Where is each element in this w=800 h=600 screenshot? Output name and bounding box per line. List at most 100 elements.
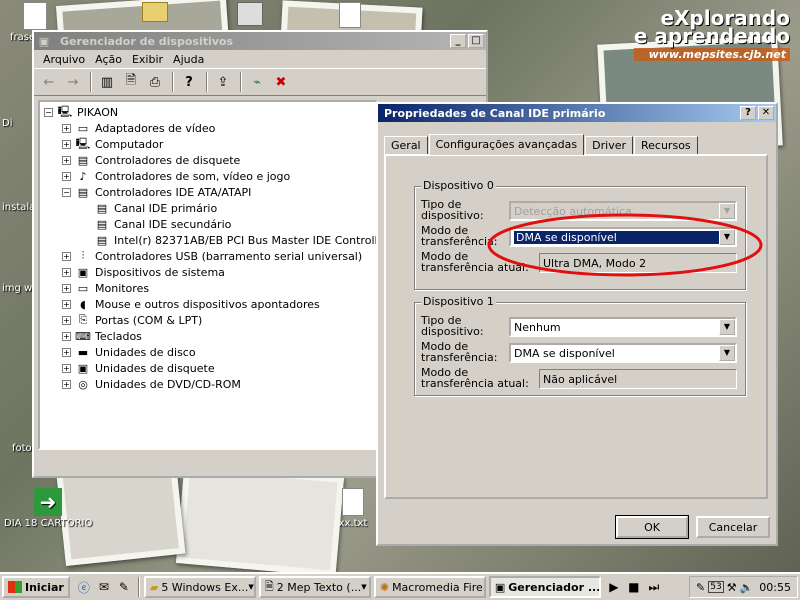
device1-current-value: Não aplicável: [539, 369, 737, 389]
task-windows-explorer[interactable]: ▰ 5 Windows Ex... ▼: [143, 576, 256, 598]
expand-icon[interactable]: +: [62, 155, 71, 165]
desktop-icon-dia18[interactable]: ➜ DIA 18 CARTORIO: [4, 488, 104, 529]
windows-logo-icon: [8, 581, 22, 593]
help-button[interactable]: ?: [740, 106, 756, 120]
floppy-drive-icon: ▣: [77, 361, 89, 375]
desktop-shortcut-icon[interactable]: [215, 2, 285, 28]
tab-driver[interactable]: Driver: [585, 136, 633, 154]
tree-item[interactable]: + ▣ Dispositivos de sistema: [62, 264, 225, 280]
desktop-file-icon[interactable]: [315, 2, 385, 30]
outlook-express-icon[interactable]: ✉: [95, 578, 113, 596]
fireworks-icon: ✺: [379, 580, 390, 594]
tree-item[interactable]: + ♪ Controladores de som, vídeo e jogo: [62, 168, 290, 184]
forward-arrow-icon[interactable]: →: [62, 71, 84, 93]
back-arrow-icon[interactable]: ←: [38, 71, 60, 93]
expand-icon[interactable]: +: [62, 139, 71, 149]
tree-item[interactable]: + ◖ Mouse e outros dispositivos apontadore…: [62, 296, 320, 312]
usb-icon: ⫶: [81, 249, 85, 262]
ide-channel-icon: ▤: [96, 233, 108, 247]
show-hide-tree-icon[interactable]: ▥: [96, 71, 118, 93]
tree-child-item[interactable]: ▤ Canal IDE secundário: [94, 216, 232, 232]
tree-item[interactable]: + ◎ Unidades de DVD/CD-ROM: [62, 376, 241, 392]
expand-icon[interactable]: +: [62, 347, 71, 357]
scan-hardware-icon[interactable]: ⌁: [246, 71, 268, 93]
system-tray: ✎ 53 ⚒ 🔈 00:55: [689, 576, 798, 598]
menu-arquivo[interactable]: Arquivo: [38, 53, 90, 66]
toolbar: ← → ▥ 🗎 ⎙ ? ⇪ ⌁ ✖: [34, 68, 486, 96]
menu-exibir[interactable]: Exibir: [127, 53, 168, 66]
cdrom-icon: ◎: [78, 377, 88, 391]
menu-acao[interactable]: Ação: [90, 53, 127, 66]
uninstall-icon[interactable]: ✖: [270, 71, 292, 93]
maximize-button[interactable]: □: [468, 34, 484, 48]
expand-icon[interactable]: +: [62, 315, 71, 325]
ide-channel-icon: ▤: [96, 201, 108, 215]
computer-icon: 🖳: [57, 104, 73, 118]
device1-type-label: Tipo de dispositivo:: [421, 314, 484, 338]
tree-child-item[interactable]: ▤ Canal IDE primário: [94, 200, 217, 216]
update-driver-icon[interactable]: ⇪: [212, 71, 234, 93]
tree-item[interactable]: − ▤ Controladores IDE ATA/ATAPI: [62, 184, 251, 200]
collapse-icon[interactable]: −: [62, 187, 71, 197]
notepad-icon[interactable]: ✎: [115, 578, 133, 596]
expand-icon[interactable]: +: [62, 379, 71, 389]
clock: 00:55: [759, 580, 791, 594]
task-gerenciador[interactable]: ▣ Gerenciador ...: [488, 576, 601, 598]
play-icon[interactable]: ▶: [605, 578, 623, 596]
minimize-button[interactable]: _: [450, 34, 466, 48]
tray-icon[interactable]: ✎: [696, 581, 705, 594]
tab-recursos[interactable]: Recursos: [634, 136, 698, 154]
properties-icon[interactable]: 🗎: [120, 71, 142, 93]
expand-icon[interactable]: +: [62, 123, 71, 133]
tab-geral[interactable]: Geral: [384, 136, 428, 154]
display-adapter-icon: ▭: [77, 121, 89, 135]
expand-icon[interactable]: +: [62, 171, 71, 181]
tray-counter[interactable]: 53: [708, 581, 724, 593]
device-tree: − 🖳 PIKAON + ▭ Adaptadores de vídeo + 🖳 Computad…: [38, 100, 378, 450]
device1-title: Dispositivo 1: [421, 295, 496, 308]
tree-item[interactable]: + ▤ Controladores de disquete: [62, 152, 240, 168]
expand-icon[interactable]: +: [62, 251, 71, 261]
tab-configuracoes-avancadas[interactable]: Configurações avançadas: [428, 134, 585, 155]
document-icon: 🗎: [264, 579, 274, 593]
task-mep-texto[interactable]: 🗎 2 Mep Texto (... ▼: [258, 576, 371, 598]
tab-strip: Geral Configurações avançadas Driver Rec…: [384, 134, 699, 155]
internet-explorer-icon[interactable]: ⓔ: [75, 578, 93, 596]
device-manager-titlebar[interactable]: ▣ Gerenciador de dispositivos _ □: [34, 32, 486, 50]
tree-item[interactable]: + ▬ Unidades de disco: [62, 344, 196, 360]
expand-icon[interactable]: +: [62, 331, 71, 341]
tree-item[interactable]: + ⎘ Portas (COM & LPT): [62, 312, 202, 328]
ok-button[interactable]: OK: [615, 515, 689, 539]
help-icon[interactable]: ?: [178, 71, 200, 93]
dialog-titlebar[interactable]: Propriedades de Canal IDE primário ? ✕: [378, 104, 776, 122]
menu-ajuda[interactable]: Ajuda: [168, 53, 209, 66]
expand-icon[interactable]: +: [62, 299, 71, 309]
expand-icon[interactable]: +: [62, 363, 71, 373]
expand-icon[interactable]: +: [62, 267, 71, 277]
tree-root[interactable]: − 🖳 PIKAON: [44, 104, 118, 120]
tree-child-item[interactable]: ▤ Intel(r) 82371AB/EB PCI Bus Master IDE …: [94, 232, 376, 248]
volume-icon[interactable]: 🔈: [740, 581, 754, 594]
brand-line2: e aprendendo: [633, 24, 790, 48]
device1-mode-select[interactable]: DMA se disponível ▼: [509, 343, 737, 363]
collapse-icon[interactable]: −: [44, 107, 53, 117]
tree-item[interactable]: + 🖳 Computador: [62, 136, 163, 152]
tree-item[interactable]: + ⌨ Teclados: [62, 328, 142, 344]
start-button[interactable]: Iniciar: [2, 576, 70, 598]
dialog-title: Propriedades de Canal IDE primário: [384, 106, 606, 120]
skip-icon[interactable]: ⏭: [645, 578, 663, 596]
tray-icon[interactable]: ⚒: [727, 581, 737, 594]
close-button[interactable]: ✕: [758, 106, 774, 120]
tree-item[interactable]: + ▣ Unidades de disquete: [62, 360, 215, 376]
folder-icon[interactable]: [120, 2, 190, 24]
tree-item[interactable]: + ▭ Monitores: [62, 280, 149, 296]
stop-icon[interactable]: ■: [625, 578, 643, 596]
print-icon[interactable]: ⎙: [144, 71, 166, 93]
tree-item[interactable]: + ⫶ Controladores USB (barramento serial u…: [62, 248, 362, 264]
device1-type-select[interactable]: Nenhum ▼: [509, 317, 737, 337]
cancel-button[interactable]: Cancelar: [696, 516, 770, 538]
task-macromedia-fireworks[interactable]: ✺ Macromedia Fire...: [373, 576, 486, 598]
menu-bar: Arquivo Ação Exibir Ajuda: [34, 50, 486, 68]
floppy-controller-icon: ▤: [77, 153, 89, 167]
expand-icon[interactable]: +: [62, 283, 71, 293]
